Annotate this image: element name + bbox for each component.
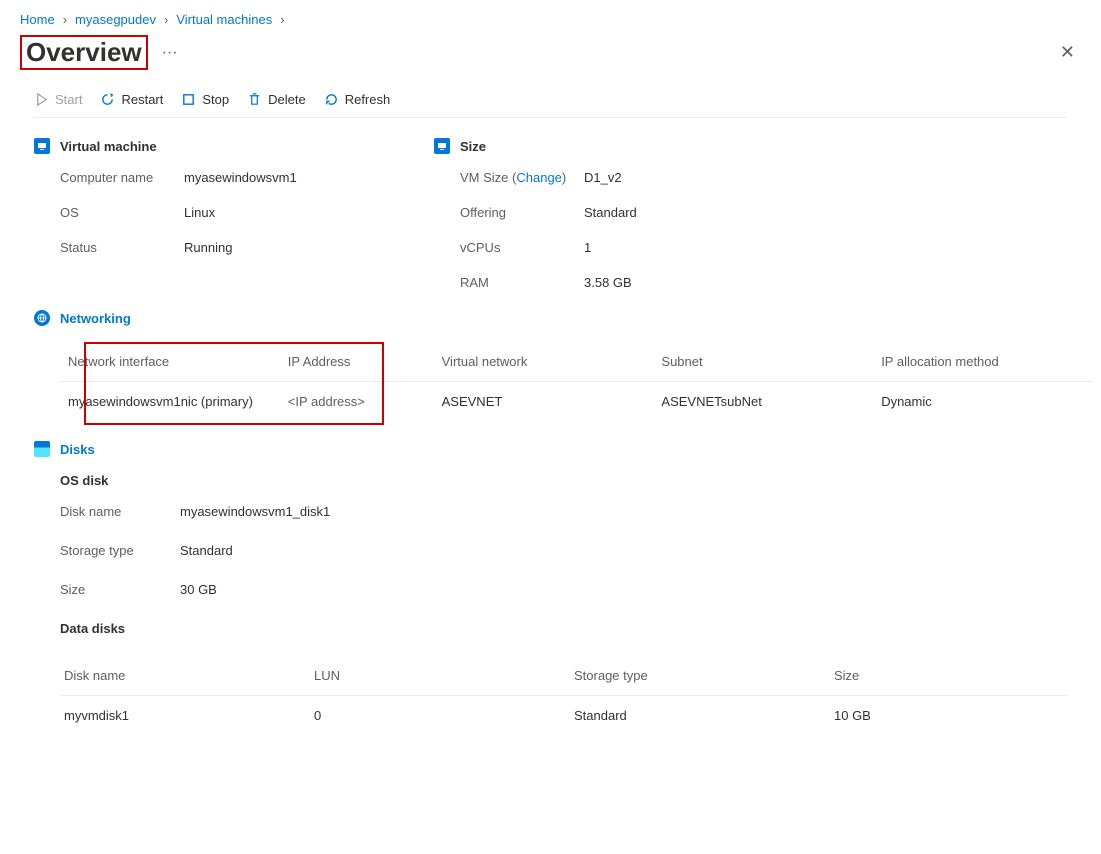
cell-dd-size: 10 GB xyxy=(830,696,1067,736)
start-button: Start xyxy=(34,92,82,107)
change-link[interactable]: Change xyxy=(516,170,562,185)
col-alloc: IP allocation method xyxy=(873,342,1093,382)
datadisks-table: Disk name LUN Storage type Size myvmdisk… xyxy=(60,656,1067,735)
breadcrumb: Home › myasegpudev › Virtual machines › xyxy=(20,8,1081,35)
cell-dd-storage: Standard xyxy=(570,696,830,736)
disks-heading[interactable]: Disks xyxy=(34,441,1067,457)
stop-button[interactable]: Stop xyxy=(181,92,229,107)
chevron-right-icon: › xyxy=(280,12,284,27)
vm-heading: Virtual machine xyxy=(60,139,157,154)
value-diskname: myasewindowsvm1_disk1 xyxy=(180,504,1067,519)
col-ip: IP Address xyxy=(280,342,434,382)
value-offering: Standard xyxy=(584,205,774,220)
value-storagetype: Standard xyxy=(180,543,1067,558)
size-heading: Size xyxy=(460,139,486,154)
label-status: Status xyxy=(60,240,180,255)
toolbar: Start Restart Stop Delete Refresh xyxy=(34,74,1067,118)
more-menu-icon[interactable]: ··· xyxy=(158,44,182,62)
cell-ip: <IP address> xyxy=(280,382,434,422)
stop-icon xyxy=(181,92,196,107)
label-storagetype: Storage type xyxy=(60,543,180,558)
cell-subnet: ASEVNETsubNet xyxy=(653,382,873,422)
cell-vnet: ASEVNET xyxy=(434,382,654,422)
breadcrumb-vm[interactable]: Virtual machines xyxy=(176,12,272,27)
value-vmsize: D1_v2 xyxy=(584,170,774,185)
delete-icon xyxy=(247,92,262,107)
col-dd-size: Size xyxy=(830,656,1067,696)
datadisks-heading: Data disks xyxy=(60,621,1067,636)
label-computer: Computer name xyxy=(60,170,180,185)
label-vcpus: vCPUs xyxy=(460,240,580,255)
delete-button[interactable]: Delete xyxy=(247,92,306,107)
cell-alloc: Dynamic xyxy=(873,382,1093,422)
cell-dd-name: myvmdisk1 xyxy=(60,696,310,736)
refresh-icon xyxy=(324,92,339,107)
value-size: 30 GB xyxy=(180,582,1067,597)
label-offering: Offering xyxy=(460,205,580,220)
col-dd-name: Disk name xyxy=(60,656,310,696)
restart-icon xyxy=(100,92,115,107)
breadcrumb-resource[interactable]: myasegpudev xyxy=(75,12,156,27)
vm-section: Virtual machine Computer name myasewindo… xyxy=(34,138,374,290)
page-title: Overview xyxy=(20,35,148,70)
value-os: Linux xyxy=(184,205,374,220)
value-ram: 3.58 GB xyxy=(584,275,774,290)
play-icon xyxy=(34,92,49,107)
label-ram: RAM xyxy=(460,275,580,290)
close-icon[interactable]: ✕ xyxy=(1054,36,1081,69)
value-computer: myasewindowsvm1 xyxy=(184,170,374,185)
table-row[interactable]: myasewindowsvm1nic (primary) <IP address… xyxy=(60,382,1093,422)
label-os: OS xyxy=(60,205,180,220)
chevron-right-icon: › xyxy=(63,12,67,27)
refresh-button[interactable]: Refresh xyxy=(324,92,391,107)
networking-section: Networking Network interface IP Address … xyxy=(20,290,1081,421)
col-vnet: Virtual network xyxy=(434,342,654,382)
breadcrumb-home[interactable]: Home xyxy=(20,12,55,27)
size-icon xyxy=(434,138,450,154)
col-nic: Network interface xyxy=(60,342,280,382)
label-vmsize: VM Size (Change) xyxy=(460,170,580,185)
col-dd-storage: Storage type xyxy=(570,656,830,696)
networking-heading[interactable]: Networking xyxy=(34,310,1067,326)
value-status: Running xyxy=(184,240,374,255)
vm-icon xyxy=(34,138,50,154)
table-row[interactable]: myvmdisk1 0 Standard 10 GB xyxy=(60,696,1067,736)
disks-section: Disks OS disk Disk name myasewindowsvm1_… xyxy=(20,421,1081,735)
cell-nic: myasewindowsvm1nic (primary) xyxy=(60,382,280,422)
col-subnet: Subnet xyxy=(653,342,873,382)
cell-dd-lun: 0 xyxy=(310,696,570,736)
networking-icon xyxy=(34,310,50,326)
networking-table: Network interface IP Address Virtual net… xyxy=(60,342,1093,421)
restart-button[interactable]: Restart xyxy=(100,92,163,107)
col-dd-lun: LUN xyxy=(310,656,570,696)
size-section: Size VM Size (Change) D1_v2 Offering Sta… xyxy=(434,138,774,290)
chevron-right-icon: › xyxy=(164,12,168,27)
label-diskname: Disk name xyxy=(60,504,180,519)
osdisk-heading: OS disk xyxy=(60,473,1067,488)
value-vcpus: 1 xyxy=(584,240,774,255)
disks-icon xyxy=(34,441,50,457)
label-size: Size xyxy=(60,582,180,597)
